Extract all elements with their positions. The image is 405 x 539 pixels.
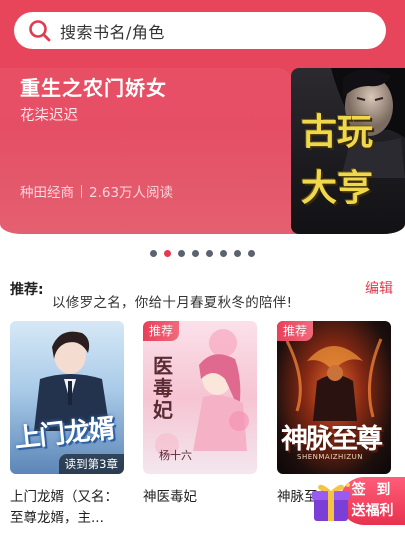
banner-book-meta: 种田经商 2.63万人阅读 [20,181,173,201]
carousel-dot[interactable] [150,250,157,257]
gift-box-icon [312,483,350,521]
banner-book-cover[interactable]: 古玩 大亨 [291,68,405,234]
carousel-dot-active[interactable] [164,250,171,257]
search-bar[interactable]: 搜索书名/角色 [14,12,386,49]
recommend-tag: 推荐 [143,321,179,341]
search-placeholder: 搜索书名/角色 [60,22,165,42]
carousel-indicator [150,250,262,257]
book-cover[interactable]: 医毒妃 杨十六 推荐 [143,321,257,474]
banner-book-author: 花柒迟迟 [20,108,78,124]
meta-divider [81,184,82,198]
cover-title: 神脉至尊 [281,424,383,455]
recommend-text: 以修罗之名，你给十月春夏秋冬的陪伴! [52,295,293,311]
cover-title: 医毒妃 [153,354,173,422]
edit-button[interactable]: 编辑 [365,278,393,298]
book-cover[interactable]: 上门龙婿 读到第3章 [10,321,124,474]
cover-author: 杨十六 [159,449,192,462]
book-title-line: 至尊龙婿，主... [10,510,104,526]
carousel-dot[interactable] [220,250,227,257]
carousel-dot[interactable] [178,250,185,257]
carousel-dot[interactable] [206,250,213,257]
book-cover[interactable]: 神脉至尊 SHENMAIZHIZUN 推荐 [277,321,391,474]
hero-banner: 搜索书名/角色 重生之农门娇女 花柒迟迟 种田经商 2.63万人阅读 古玩 大亨 [0,0,405,234]
book-title[interactable]: 神医毒妃 [143,487,257,508]
signin-welfare-button[interactable]: 签 到 送福利 [310,473,405,527]
recommend-tag: 推荐 [277,321,313,341]
banner-book-title[interactable]: 重生之农门娇女 [20,72,167,101]
book-card[interactable]: 医毒妃 杨十六 推荐 神医毒妃 [143,321,257,508]
book-title[interactable]: 上门龙婿（又名： 至尊龙婿，主... [10,487,124,529]
carousel-dot[interactable] [234,250,241,257]
carousel-dot[interactable] [248,250,255,257]
cover-title-line1: 古玩 [301,111,374,153]
search-icon [29,19,51,41]
book-card[interactable]: 上门龙婿 读到第3章 上门龙婿（又名： 至尊龙婿，主... [10,321,124,529]
banner-category: 种田经商 [20,185,74,201]
book-title-line: 上门龙婿（又名： [10,489,118,505]
recommend-label: 推荐: [10,282,44,298]
carousel-dot[interactable] [192,250,199,257]
banner-readers: 2.63万人阅读 [89,185,174,201]
read-progress-badge: 读到第3章 [58,454,124,474]
cover-title-line2: 大亨 [301,167,374,209]
cover-subtitle: SHENMAIZHIZUN [297,453,364,461]
